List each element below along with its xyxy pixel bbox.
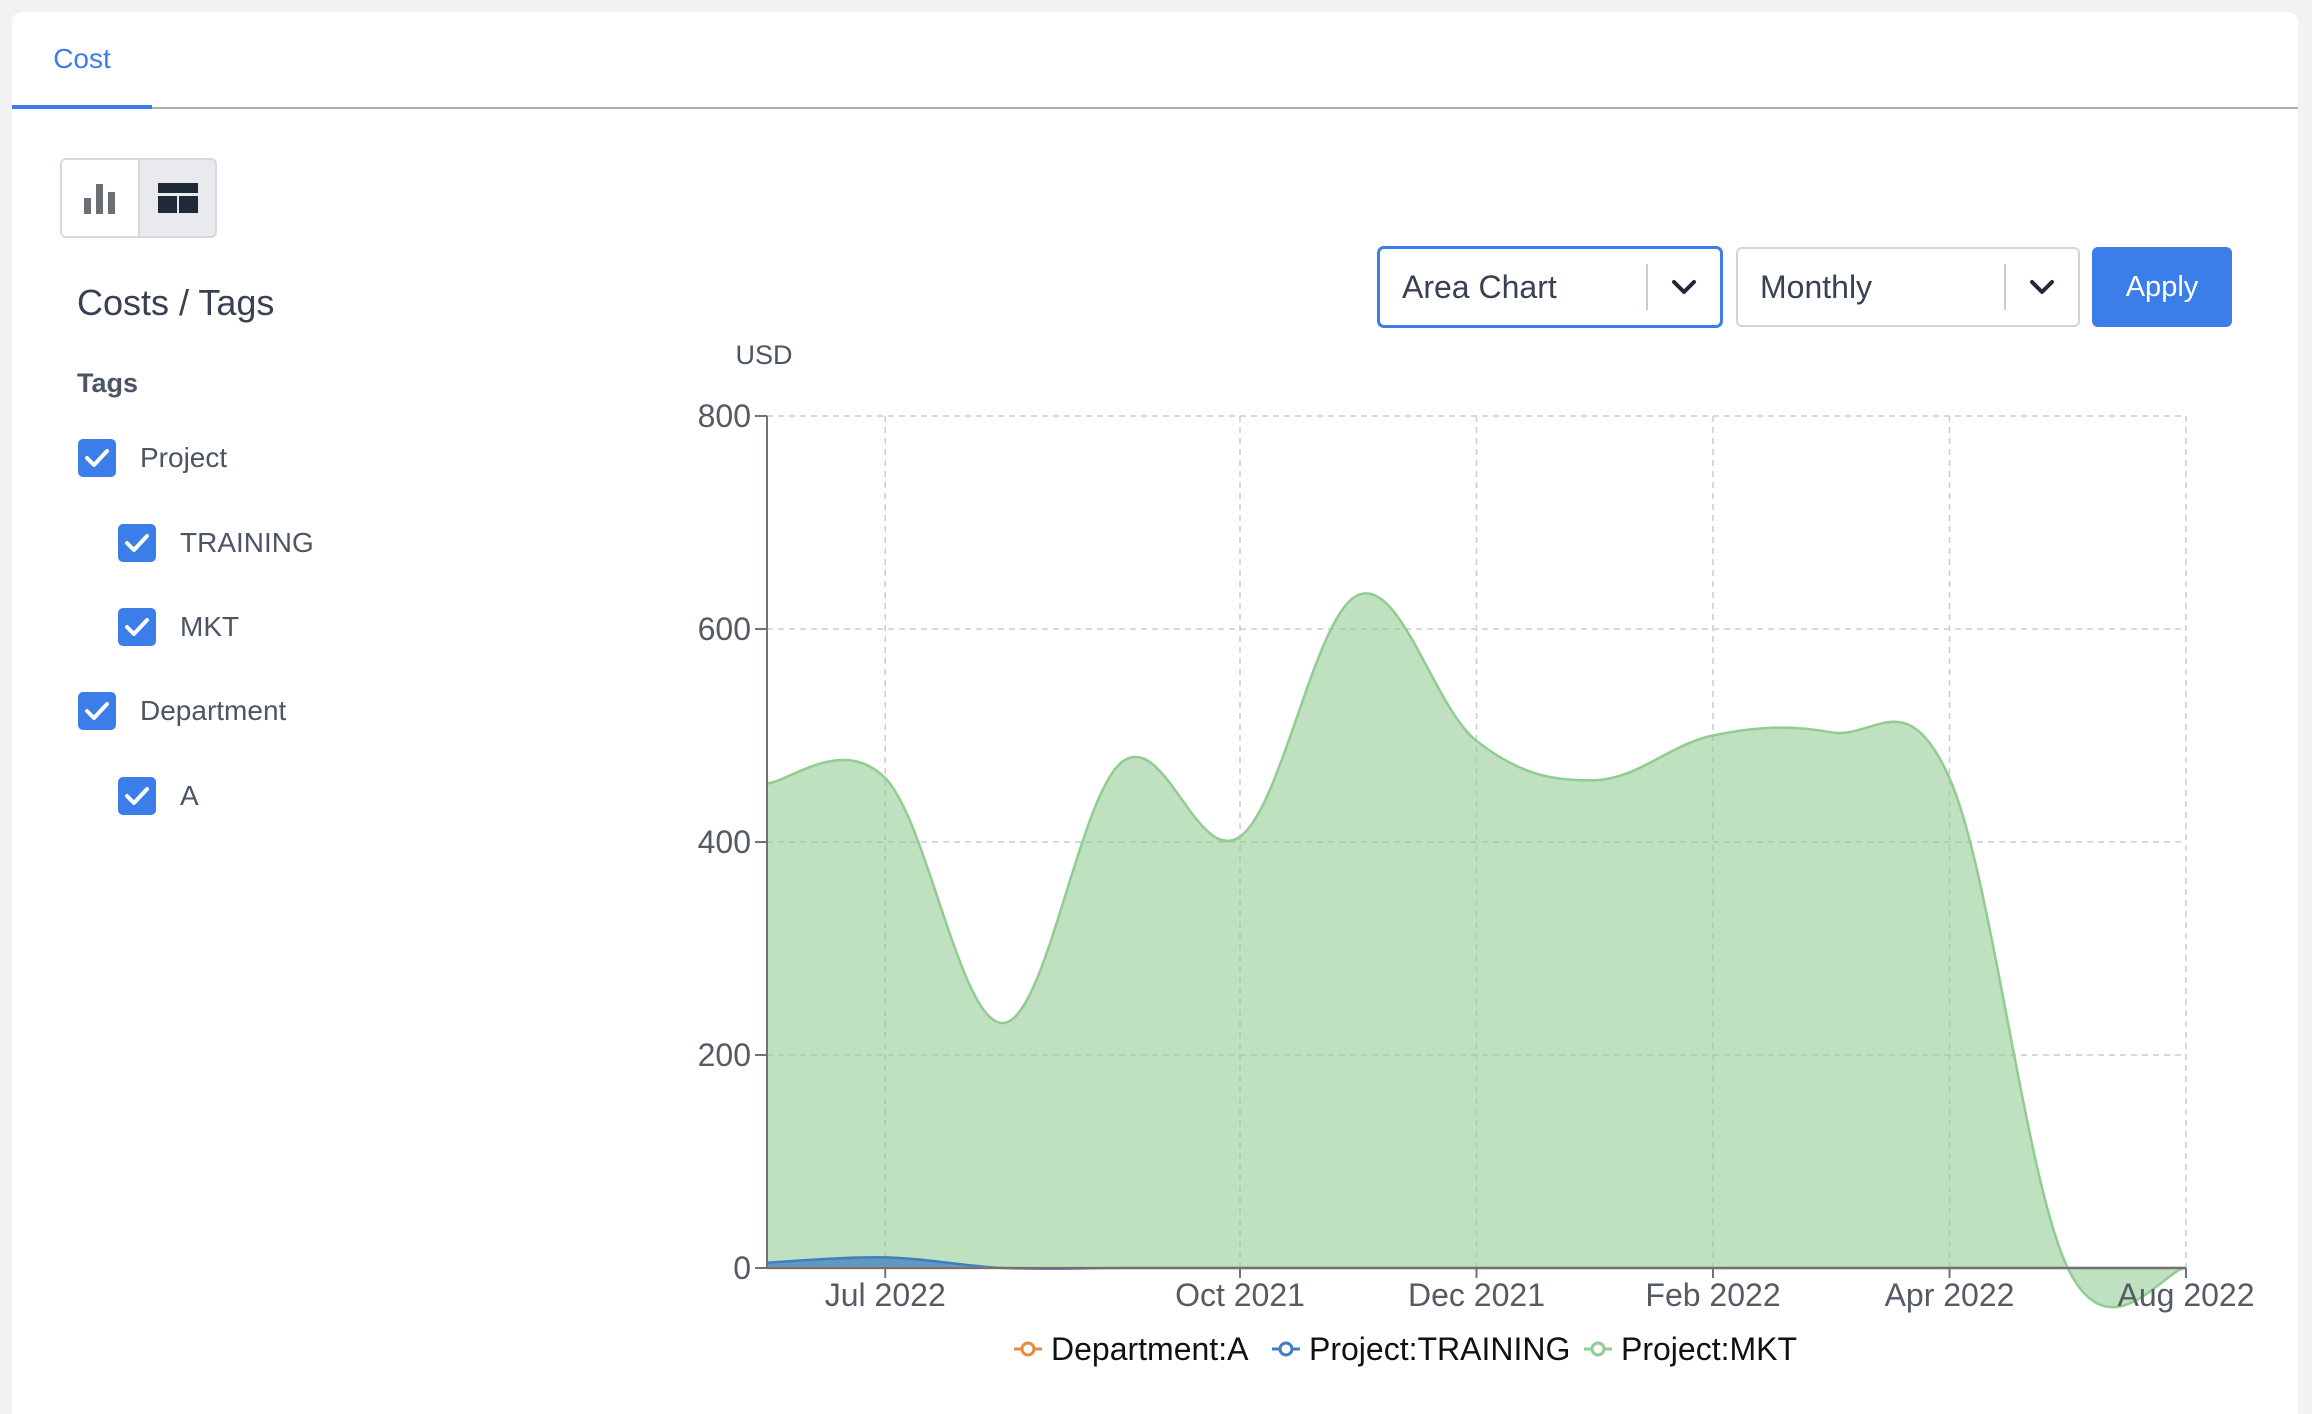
legend-marker-icon <box>1278 1341 1294 1357</box>
x-tick-label: Aug 2022 <box>2117 1277 2254 1313</box>
y-tick-label: 800 <box>698 398 751 434</box>
x-tick-label: Oct 2021 <box>1175 1277 1305 1313</box>
x-tick-label: Jul 2022 <box>825 1277 946 1313</box>
series-area-2 <box>767 593 2186 1308</box>
y-tick-label: 0 <box>733 1250 751 1286</box>
x-tick-label: Feb 2022 <box>1645 1277 1780 1313</box>
cost-area-chart: 0 200 400 600 800 Jul 2022 Oct 2021 Dec 2021 Feb… <box>698 340 2255 1367</box>
legend-marker-icon <box>1590 1341 1606 1357</box>
legend-label: Project:TRAINING <box>1309 1331 1570 1367</box>
legend-label: Department:A <box>1051 1331 1249 1367</box>
legend-marker-icon <box>1020 1341 1036 1357</box>
y-axis-label: USD <box>735 340 792 370</box>
x-tick-label: Apr 2022 <box>1885 1277 2015 1313</box>
x-tick-label: Dec 2021 <box>1408 1277 1545 1313</box>
y-tick-label: 400 <box>698 824 751 860</box>
y-tick-label: 600 <box>698 611 751 647</box>
legend-label: Project:MKT <box>1621 1331 1797 1367</box>
y-tick-label: 200 <box>698 1037 751 1073</box>
